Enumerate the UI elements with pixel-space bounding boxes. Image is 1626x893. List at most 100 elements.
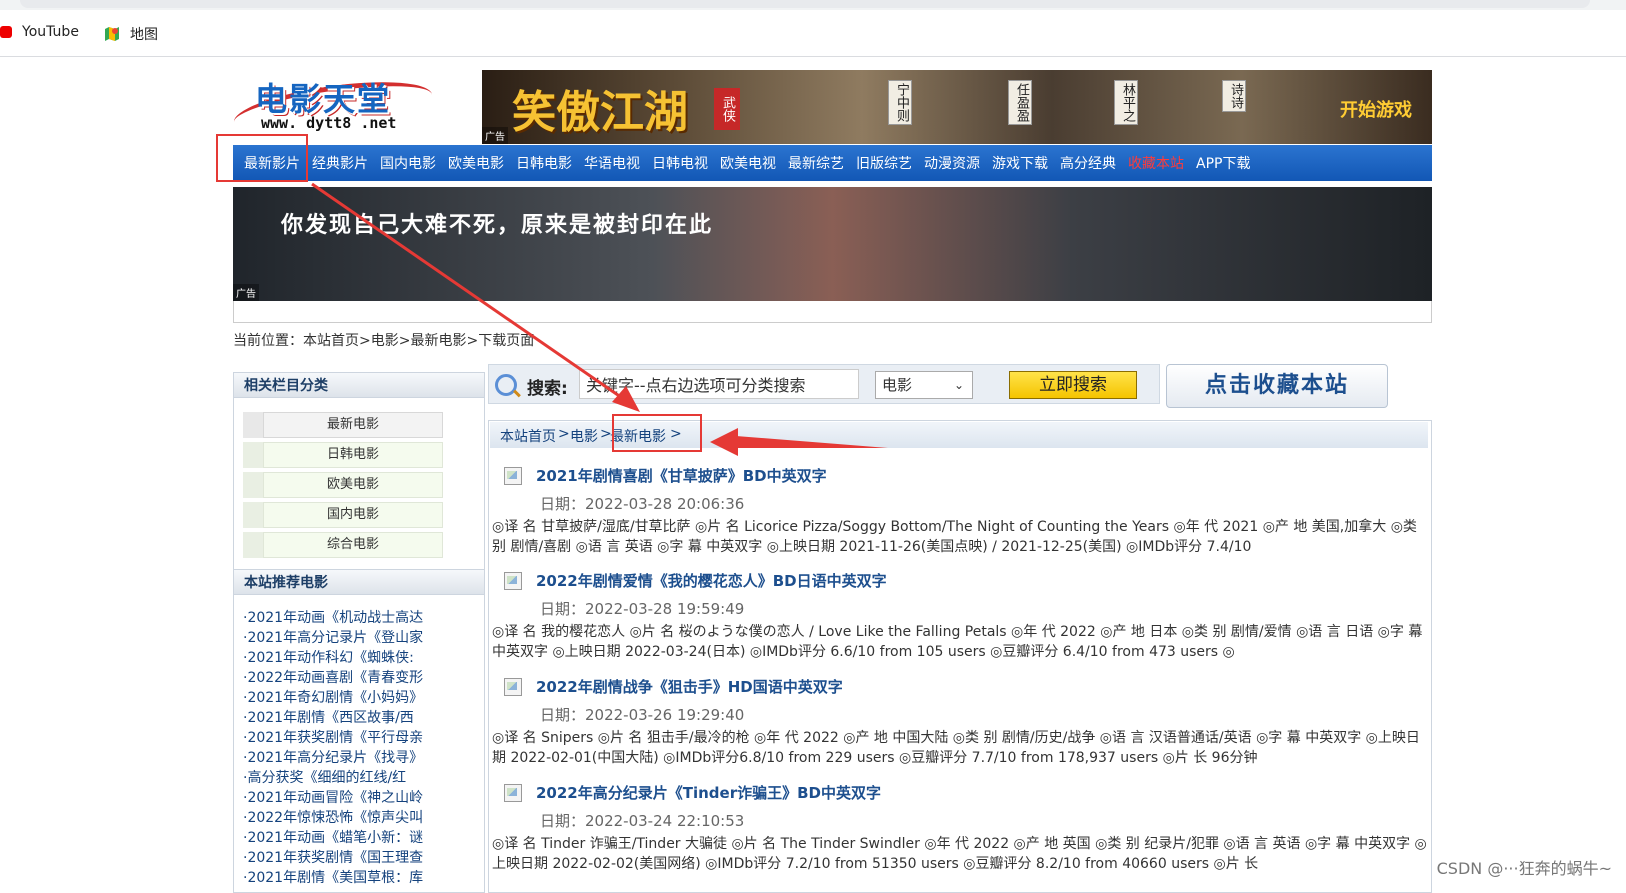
recommend-item[interactable]: ·2021年高分记录片《登山家 (243, 628, 483, 648)
nav-bookmark-site[interactable]: 收藏本站 (1122, 153, 1190, 173)
movie-date: 日期：2022-03-24 22:10:53 (540, 812, 745, 830)
category-label: 日韩电影 (263, 442, 443, 468)
nav-classic-films[interactable]: 经典影片 (306, 153, 374, 173)
category-item[interactable]: 最新电影 (243, 412, 443, 438)
category-label: 欧美电影 (263, 472, 443, 498)
highlight-box-breadcrumb (612, 414, 702, 452)
recommend-item[interactable]: ·2021年动画冒险《神之山岭 (243, 788, 483, 808)
bookmark-site-button[interactable]: 点击收藏本站 (1166, 364, 1388, 408)
banner-ad-text: 你发现自己大难不死，原来是被封印在此 (281, 213, 714, 238)
csdn-watermark: CSDN @···狂奔的蜗牛~ (1436, 855, 1612, 879)
nav-domestic-movies[interactable]: 国内电影 (374, 153, 442, 173)
category-label: 最新电影 (263, 412, 443, 438)
ad-tag: 广告 (482, 127, 508, 144)
category-item[interactable]: 欧美电影 (243, 472, 443, 498)
current-location: 当前位置：本站首页>电影>最新电影>下载页面 (233, 333, 535, 349)
nav-jpkr-movies[interactable]: 日韩电影 (510, 153, 578, 173)
nav-old-variety[interactable]: 旧版综艺 (850, 153, 918, 173)
bookmarks-bar: YouTube 地图 (0, 10, 1626, 57)
category-square (243, 502, 263, 528)
nav-latest-variety[interactable]: 最新综艺 (782, 153, 850, 173)
movie-title-link[interactable]: 2022年高分纪录片《Tinder诈骗王》BD中英双字 (536, 782, 881, 803)
movie-description: ◎译 名 Snipers ◎片 名 狙击手/最冷的枪 ◎年 代 2022 ◎产 … (492, 730, 1420, 766)
breadcrumb-home[interactable]: 本站首页 (500, 426, 556, 446)
bookmark-maps[interactable]: 地图 (104, 24, 158, 44)
recommend-item[interactable]: ·2021年动画《蜡笔小新：谜 (243, 828, 483, 848)
nav-game-download[interactable]: 游戏下载 (986, 153, 1054, 173)
thumbnail-icon (504, 784, 522, 802)
movie-date: 日期：2022-03-28 19:59:49 (540, 600, 745, 618)
movie-description: ◎译 名 甘草披萨/湿底/甘草比萨 ◎片 名 Licorice Pizza/So… (492, 519, 1417, 555)
movie-title-link[interactable]: 2022年剧情爱情《我的樱花恋人》BD日语中英双字 (536, 570, 887, 591)
category-square (243, 412, 263, 438)
movie-date: 日期：2022-03-28 20:06:36 (540, 495, 745, 513)
category-label: 综合电影 (263, 532, 443, 558)
recommend-item[interactable]: ·2022年惊悚恐怖《惊声尖叫 (243, 808, 483, 828)
ad-character-label: 林平之 (1114, 80, 1138, 125)
recommend-item[interactable]: ·2021年获奖剧情《国王理查 (243, 848, 483, 868)
bookmark-label: YouTube (22, 24, 79, 40)
category-list: 最新电影 日韩电影 欧美电影 国内电影 综合电影 (243, 412, 443, 562)
category-label: 国内电影 (263, 502, 443, 528)
maps-icon (105, 27, 119, 41)
search-bar: 搜索: 电影 ⌄ 立即搜索 (488, 364, 1160, 404)
category-item[interactable]: 日韩电影 (243, 442, 443, 468)
ad-game-title: 笑傲江湖 (512, 87, 688, 138)
recommend-item[interactable]: ·高分获奖《细细的红线/红 (243, 768, 483, 788)
search-input[interactable] (579, 369, 859, 399)
ad-character-label: 宁中则 (888, 80, 912, 125)
nav-anime[interactable]: 动漫资源 (918, 153, 986, 173)
search-label: 搜索: (527, 379, 568, 399)
address-bar[interactable] (20, 0, 1590, 8)
category-item[interactable]: 综合电影 (243, 532, 443, 558)
nav-western-movies[interactable]: 欧美电影 (442, 153, 510, 173)
youtube-icon (0, 26, 12, 38)
logo-url: www. dytt8 .net (261, 114, 397, 132)
nav-chinese-tv[interactable]: 华语电视 (578, 153, 646, 173)
category-square (243, 472, 263, 498)
top-ad[interactable]: 笑傲江湖 武侠 宁中则 任盈盈 林平之 诗诗 开始游戏 广告 (482, 70, 1432, 144)
movie-date: 日期：2022-03-26 19:29:40 (540, 706, 745, 724)
movie-description: ◎译 名 我的樱花恋人 ◎片 名 桜のような僕の恋人 / Love Like t… (492, 624, 1423, 660)
search-category-select[interactable]: 电影 ⌄ (875, 371, 973, 399)
search-button[interactable]: 立即搜索 (1009, 371, 1137, 399)
ad-character-label: 诗诗 (1222, 80, 1246, 112)
recommend-item[interactable]: ·2021年动画《机动战士高达 (243, 608, 483, 628)
recommend-item[interactable]: ·2021年动作科幻《蜘蛛侠: (243, 648, 483, 668)
main-nav: 最新影片 经典影片 国内电影 欧美电影 日韩电影 华语电视 日韩电视 欧美电视 … (233, 145, 1432, 181)
site-logo[interactable]: 电影天堂 www. dytt8 .net (230, 72, 436, 145)
breadcrumb-separator: > (558, 426, 570, 442)
nav-top-rated[interactable]: 高分经典 (1054, 153, 1122, 173)
recommend-item[interactable]: ·2022年动画喜剧《青春变形 (243, 668, 483, 688)
breadcrumb-movies[interactable]: 电影 (570, 426, 598, 446)
category-square (243, 532, 263, 558)
browser-chrome (0, 0, 1626, 10)
category-square (243, 442, 263, 468)
movie-title-link[interactable]: 2022年剧情战争《狙击手》HD国语中英双字 (536, 676, 843, 697)
bookmark-youtube[interactable]: YouTube (0, 24, 79, 40)
highlight-box-nav (216, 134, 308, 182)
recommend-item[interactable]: ·2021年高分纪录片《找寻》 (243, 748, 483, 768)
nav-western-tv[interactable]: 欧美电视 (714, 153, 782, 173)
ad-tag: 广告 (233, 284, 259, 301)
ad-play-button[interactable]: 开始游戏 (1340, 96, 1412, 122)
search-icon (495, 374, 517, 396)
movie-description: ◎译 名 Tinder 诈骗王/Tinder 大骗徒 ◎片 名 The Tind… (492, 836, 1427, 872)
bookmark-label: 地图 (130, 27, 158, 43)
thumbnail-icon (504, 678, 522, 696)
recommend-list: ·2021年动画《机动战士高达 ·2021年高分记录片《登山家 ·2021年动作… (243, 608, 483, 888)
category-panel-title: 相关栏目分类 (233, 372, 485, 398)
thumbnail-icon (504, 467, 522, 485)
nav-app-download[interactable]: APP下载 (1190, 153, 1256, 173)
recommend-item[interactable]: ·2021年获奖剧情《平行母亲 (243, 728, 483, 748)
category-item[interactable]: 国内电影 (243, 502, 443, 528)
movie-title-link[interactable]: 2021年剧情喜剧《甘草披萨》BD中英双字 (536, 465, 827, 486)
thumbnail-icon (504, 572, 522, 590)
banner-ad[interactable]: 你发现自己大难不死，原来是被封印在此 广告 (233, 187, 1432, 301)
ad-badge: 武侠 (714, 88, 740, 130)
recommend-item[interactable]: ·2021年奇幻剧情《小妈妈》 (243, 688, 483, 708)
search-category-value: 电影 (882, 376, 913, 394)
recommend-item[interactable]: ·2021年剧情《西区故事/西 (243, 708, 483, 728)
recommend-item[interactable]: ·2021年剧情《美国草根：库 (243, 868, 483, 888)
nav-jpkr-tv[interactable]: 日韩电视 (646, 153, 714, 173)
